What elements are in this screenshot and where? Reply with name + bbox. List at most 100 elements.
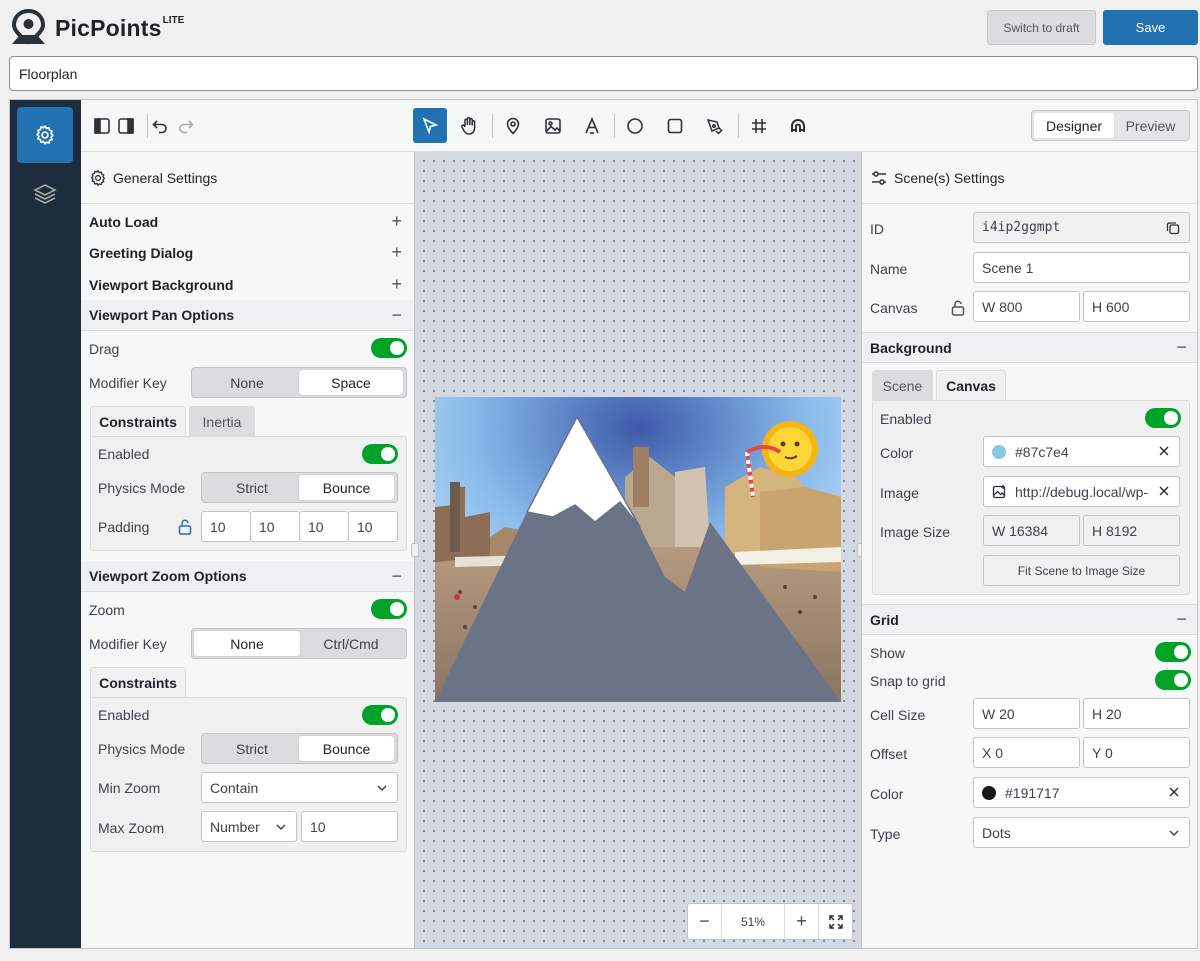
- zoom-physics-bounce[interactable]: Bounce: [299, 736, 394, 761]
- design-canvas[interactable]: − 51% +: [415, 152, 861, 948]
- select-tool-button[interactable]: [413, 108, 447, 143]
- right-panel-icon: [118, 117, 134, 134]
- pen-tool-button[interactable]: [697, 108, 731, 143]
- pan-physics-label: Physics Mode: [98, 480, 186, 496]
- marker-tool-button[interactable]: [496, 108, 530, 143]
- grid-toggle-button[interactable]: [742, 108, 776, 143]
- pan-modifier-none[interactable]: None: [194, 370, 300, 395]
- cell-height-field[interactable]: H 20: [1083, 698, 1190, 729]
- expand-icon: +: [391, 211, 402, 231]
- background-section[interactable]: Background −: [862, 332, 1197, 363]
- max-zoom-label: Max Zoom: [98, 820, 165, 836]
- fit-screen-button[interactable]: [818, 904, 852, 939]
- preview-tab[interactable]: Preview: [1114, 113, 1187, 138]
- switch-to-draft-button[interactable]: Switch to draft: [987, 10, 1096, 45]
- title-input[interactable]: Floorplan: [9, 56, 1198, 91]
- greeting-dialog-section[interactable]: Greeting Dialog +: [81, 237, 414, 268]
- settings-rail-button[interactable]: [17, 107, 73, 163]
- cursor-arrow-icon: [422, 116, 439, 135]
- bg-image-field[interactable]: http://debug.local/wp-: [983, 476, 1180, 507]
- clear-icon[interactable]: [1158, 445, 1170, 457]
- redo-button[interactable]: [169, 108, 203, 143]
- cell-width-field[interactable]: W 20: [973, 698, 1080, 729]
- zoom-toggle[interactable]: [371, 599, 407, 619]
- pan-enabled-toggle[interactable]: [362, 444, 398, 464]
- zoom-enabled-toggle[interactable]: [362, 705, 398, 725]
- canvas-width-field[interactable]: W 800: [973, 291, 1080, 322]
- offset-label: Offset: [870, 746, 908, 762]
- canvas-height-field[interactable]: H 600: [1083, 291, 1190, 322]
- max-zoom-type-select[interactable]: Number: [201, 811, 297, 842]
- pan-inertia-tab[interactable]: Inertia: [189, 406, 255, 437]
- circle-tool-button[interactable]: [618, 108, 652, 143]
- max-zoom-value-field[interactable]: 10: [301, 811, 398, 842]
- collapse-icon: −: [391, 565, 402, 586]
- id-field[interactable]: i4ip2ggmpt: [973, 212, 1190, 243]
- bg-enabled-toggle[interactable]: [1145, 408, 1181, 428]
- scene-image: [435, 397, 841, 702]
- auto-load-section[interactable]: Auto Load +: [81, 206, 414, 237]
- copy-icon[interactable]: [1166, 221, 1180, 235]
- fit-scene-button[interactable]: Fit Scene to Image Size: [983, 555, 1180, 586]
- pan-physics-strict[interactable]: Strict: [204, 475, 300, 500]
- zoom-physics-label: Physics Mode: [98, 741, 186, 757]
- zoom-enabled-label: Enabled: [98, 707, 150, 723]
- gear-icon: [90, 169, 106, 186]
- toggle-right-panel-button[interactable]: [109, 108, 143, 143]
- padding-left-field[interactable]: 10: [348, 511, 398, 542]
- lock-open-icon[interactable]: [178, 519, 192, 535]
- scene-artboard[interactable]: [435, 397, 841, 702]
- text-tool-button[interactable]: [575, 108, 609, 143]
- grid-type-select[interactable]: Dots: [973, 817, 1190, 848]
- grid-color-field[interactable]: #191717: [973, 777, 1190, 808]
- image-tool-button[interactable]: [536, 108, 570, 143]
- layers-rail-button[interactable]: [17, 166, 73, 222]
- expand-icon: +: [391, 274, 402, 294]
- zoom-out-button[interactable]: −: [688, 904, 722, 939]
- drag-toggle[interactable]: [371, 338, 407, 358]
- pan-enabled-label: Enabled: [98, 446, 150, 462]
- min-zoom-select[interactable]: Contain: [201, 772, 398, 803]
- grid-section[interactable]: Grid −: [862, 604, 1197, 635]
- padding-bottom-field[interactable]: 10: [299, 511, 349, 542]
- zoom-physics-strict[interactable]: Strict: [204, 736, 300, 761]
- bg-canvas-tab[interactable]: Canvas: [936, 370, 1006, 401]
- bg-scene-tab[interactable]: Scene: [872, 370, 933, 401]
- color-swatch[interactable]: [982, 785, 996, 800]
- snap-toggle-button[interactable]: [781, 108, 815, 143]
- sliders-icon: [872, 170, 886, 185]
- viewport-background-section[interactable]: Viewport Background +: [81, 269, 414, 300]
- bg-color-field[interactable]: #87c7e4: [983, 436, 1180, 467]
- save-button[interactable]: Save: [1103, 10, 1198, 45]
- offset-x-field[interactable]: X 0: [973, 737, 1080, 768]
- chevron-down-icon: [276, 824, 286, 831]
- offset-y-field[interactable]: Y 0: [1083, 737, 1190, 768]
- viewport-zoom-section[interactable]: Viewport Zoom Options −: [81, 561, 414, 592]
- zoom-modifier-none[interactable]: None: [194, 631, 300, 656]
- clear-icon[interactable]: [1168, 786, 1180, 798]
- pan-modifier-space[interactable]: Space: [299, 370, 403, 395]
- zoom-constraints-tab[interactable]: Constraints: [90, 667, 186, 698]
- padding-right-field[interactable]: 10: [250, 511, 300, 542]
- zoom-modifier-segmented: None Ctrl/Cmd: [191, 628, 407, 659]
- clear-icon[interactable]: [1158, 485, 1170, 497]
- color-swatch[interactable]: [992, 444, 1006, 459]
- pan-physics-bounce[interactable]: Bounce: [299, 475, 394, 500]
- canvas-label: Canvas: [870, 300, 918, 316]
- min-zoom-label: Min Zoom: [98, 780, 161, 796]
- grid-show-toggle[interactable]: [1155, 642, 1191, 662]
- scene-settings-panel: Scene(s) Settings ID i4ip2ggmpt Name Sce…: [861, 152, 1197, 948]
- name-field[interactable]: Scene 1: [973, 252, 1190, 283]
- viewport-pan-section[interactable]: Viewport Pan Options −: [81, 300, 414, 331]
- pan-tool-button[interactable]: [452, 108, 486, 143]
- image-width-field: W 16384: [983, 515, 1080, 546]
- padding-top-field[interactable]: 10: [201, 511, 251, 542]
- designer-tab[interactable]: Designer: [1034, 113, 1114, 138]
- snap-toggle[interactable]: [1155, 670, 1191, 690]
- left-resize-handle[interactable]: [411, 543, 419, 557]
- rectangle-tool-button[interactable]: [658, 108, 692, 143]
- pan-constraints-tab[interactable]: Constraints: [90, 406, 186, 437]
- lock-open-icon[interactable]: [951, 300, 965, 316]
- zoom-modifier-ctrl[interactable]: Ctrl/Cmd: [299, 631, 403, 656]
- zoom-in-button[interactable]: +: [784, 904, 818, 939]
